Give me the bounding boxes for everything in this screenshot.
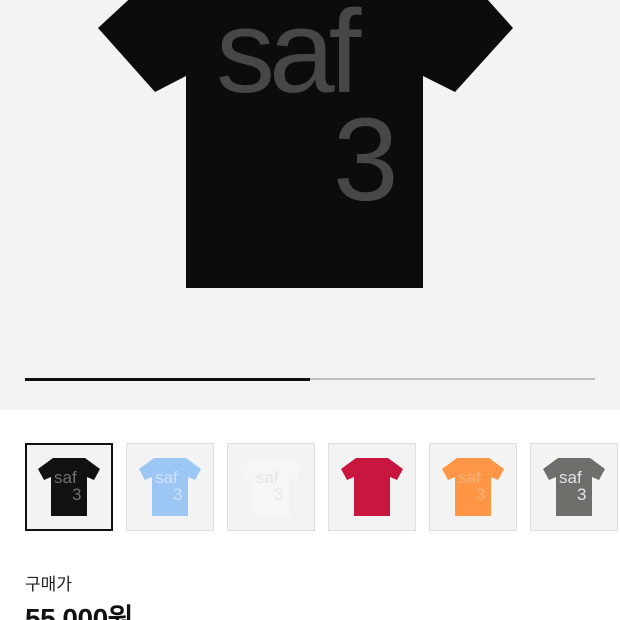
price-label: 구매가 (25, 575, 72, 594)
tshirt-body (139, 458, 201, 516)
gallery-progress-bar (25, 377, 595, 381)
print-number: 3 (274, 485, 283, 504)
thumbnail-tshirt-image: saf3 (543, 458, 605, 516)
thumbnail-tshirt-image: saf3 (240, 458, 302, 516)
thumbnail-orange[interactable]: saf 3 (429, 443, 517, 531)
print-number: 3 (333, 94, 399, 226)
gallery-progress-fill (25, 377, 310, 381)
thumbnail-red[interactable]: saf 3 (328, 443, 416, 531)
thumbnail-light-blue[interactable]: saf 3 (126, 443, 214, 531)
thumbnail-black[interactable]: saf 3 (25, 443, 113, 531)
thumbnail-tshirt-image: saf3 (139, 458, 201, 516)
print-number: 3 (173, 485, 182, 504)
thumbnail-tshirt-image: saf3 (341, 458, 403, 516)
print-number: 3 (72, 485, 81, 504)
print-number: 3 (476, 485, 485, 504)
thumbnail-tshirt-image: saf3 (38, 458, 100, 516)
tshirt-body (442, 458, 504, 516)
print-number: 3 (375, 485, 384, 504)
print-number: 3 (577, 485, 586, 504)
tshirt-body (240, 458, 302, 516)
tshirt-body (38, 458, 100, 516)
tshirt-body (341, 458, 403, 516)
thumbnail-white[interactable]: saf 3 (227, 443, 315, 531)
price-value: 55,000원 (25, 603, 133, 620)
thumbnail-tshirt-image: saf3 (442, 458, 504, 516)
tshirt-body (543, 458, 605, 516)
product-image-carousel[interactable]: saf 3 (0, 0, 620, 410)
product-image: saf 3 (98, 0, 513, 288)
thumbnail-gray[interactable]: saf 3 (530, 443, 618, 531)
